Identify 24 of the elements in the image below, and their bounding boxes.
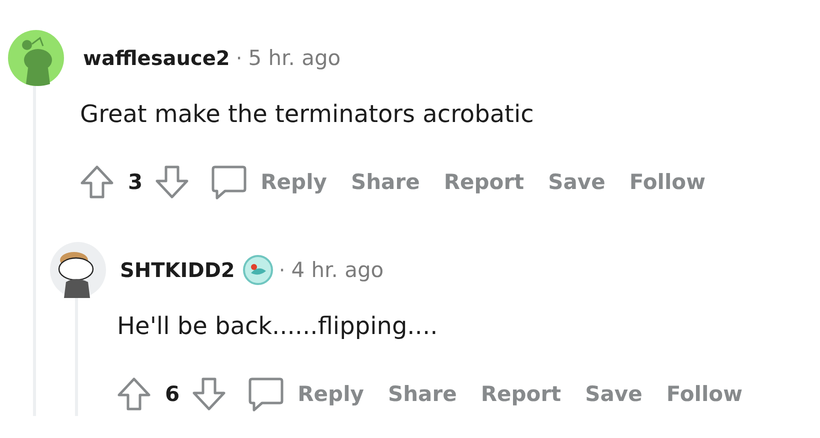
action-link[interactable]: Save — [548, 170, 606, 194]
vote-count: 3 — [128, 170, 143, 194]
timestamp: 4 hr. ago — [291, 258, 384, 282]
badge-icon — [242, 255, 273, 285]
action-link[interactable]: Share — [388, 382, 457, 406]
upvote-icon[interactable] — [115, 375, 153, 413]
action-link[interactable]: Report — [444, 170, 524, 194]
action-link[interactable]: Follow — [666, 382, 742, 406]
action-link[interactable]: Share — [350, 170, 420, 194]
action-link[interactable]: Reply — [260, 170, 327, 194]
username[interactable]: wafflesauce2 — [83, 46, 230, 70]
timestamp: 5 hr. ago — [248, 46, 341, 70]
action-link[interactable]: Save — [585, 382, 642, 406]
separator-dot: · — [236, 46, 242, 70]
comment-text: He'll be back......flipping.... — [117, 311, 439, 342]
username[interactable]: SHTKIDD2 — [120, 258, 235, 282]
action-link[interactable]: Follow — [629, 170, 706, 194]
separator-dot: · — [278, 258, 286, 282]
action-link[interactable]: Reply — [298, 382, 364, 406]
avatar-icon — [8, 30, 64, 86]
action-link[interactable]: Report — [480, 382, 562, 406]
vote-count: 6 — [165, 382, 180, 406]
comment-text: Great make the terminators acrobatic — [80, 99, 535, 130]
upvote-icon[interactable] — [78, 163, 116, 201]
